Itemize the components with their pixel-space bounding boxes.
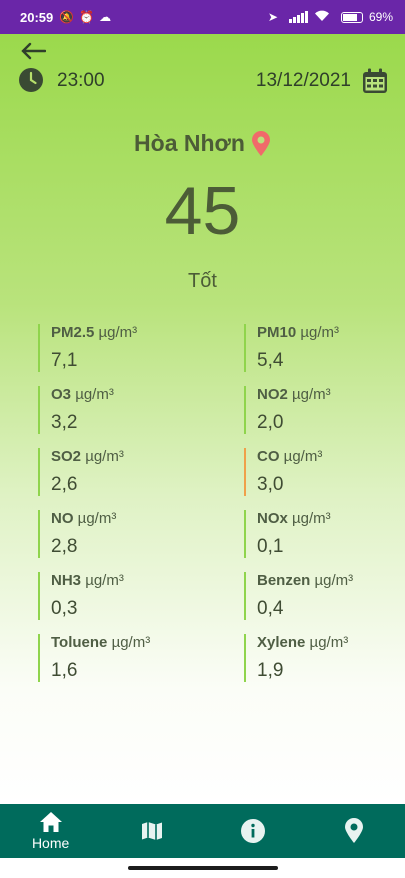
metric-unit: µg/m³ xyxy=(292,510,331,527)
metric-value: 3,2 xyxy=(51,412,78,433)
metric-value: 1,6 xyxy=(51,660,78,681)
reading-date: 13/12/2021 xyxy=(255,70,351,91)
metric-nh3: NH3 µg/m³ 0,3 xyxy=(38,572,244,620)
metric-value: 0,1 xyxy=(257,536,284,557)
calendar-icon[interactable] xyxy=(361,67,389,95)
metric-no: NO µg/m³ 2,8 xyxy=(38,510,244,558)
back-button[interactable] xyxy=(18,39,48,63)
metric-unit: µg/m³ xyxy=(77,510,117,527)
mute-icon: 🔕 xyxy=(59,10,75,24)
metric-unit: µg/m³ xyxy=(85,448,124,465)
nav-home[interactable]: Home xyxy=(0,804,101,858)
cloud-icon: ☁ xyxy=(99,10,112,24)
metric-value: 5,4 xyxy=(257,350,284,371)
metric-pm10: PM10 µg/m³ 5,4 xyxy=(244,324,378,372)
clock-icon xyxy=(19,68,43,92)
location-name: Hòa Nhơn xyxy=(134,130,245,156)
metric-toluene: Toluene µg/m³ 1,6 xyxy=(38,634,244,682)
metric-co: CO µg/m³ 3,0 xyxy=(244,448,378,496)
location-arrow-icon: ➤ xyxy=(267,10,278,24)
metric-unit: µg/m³ xyxy=(309,634,349,651)
aqi-value: 45 xyxy=(164,173,241,249)
main-content: 23:00 13/12/2021 Hòa Nhơn 45 Tốt PM2.5 µ… xyxy=(0,34,405,804)
location-header: Hòa Nhơn xyxy=(0,130,405,157)
battery-level: 69% xyxy=(368,10,393,24)
metric-unit: µg/m³ xyxy=(111,634,151,651)
nav-home-label: Home xyxy=(31,835,70,851)
gesture-handle[interactable] xyxy=(128,866,278,870)
metric-no2: NO2 µg/m³ 2,0 xyxy=(244,386,378,434)
metric-name: PM10 xyxy=(257,324,297,341)
metric-name: NO2 xyxy=(257,386,288,403)
home-icon xyxy=(39,812,62,832)
metric-name: Xylene xyxy=(257,634,306,651)
metric-benzen: Benzen µg/m³ 0,4 xyxy=(244,572,378,620)
metric-xylene: Xylene µg/m³ 1,9 xyxy=(244,634,378,682)
metric-unit: µg/m³ xyxy=(292,386,331,403)
metric-name: Toluene xyxy=(51,634,108,651)
gesture-area xyxy=(0,858,405,878)
aqi-status: Tốt xyxy=(188,270,217,292)
metric-name: SO2 xyxy=(51,448,82,465)
wifi-icon xyxy=(314,10,330,25)
metric-unit: µg/m³ xyxy=(75,386,114,403)
metric-pm25: PM2.5 µg/m³ 7,1 xyxy=(38,324,244,372)
alarm-icon: ⏰ xyxy=(79,10,95,24)
metric-value: 2,8 xyxy=(51,536,78,557)
metric-unit: µg/m³ xyxy=(85,572,124,589)
metric-name: Benzen xyxy=(257,572,311,589)
signal-icon xyxy=(288,11,308,23)
metric-value: 1,9 xyxy=(257,660,284,681)
metric-name: NOx xyxy=(257,510,288,527)
nav-map[interactable] xyxy=(101,804,202,858)
nav-info[interactable] xyxy=(203,804,304,858)
metric-so2: SO2 µg/m³ 2,6 xyxy=(38,448,244,496)
info-icon xyxy=(241,819,266,843)
metric-value: 2,0 xyxy=(257,412,284,433)
metric-unit: µg/m³ xyxy=(314,572,354,589)
back-arrow-icon xyxy=(21,42,46,60)
location-pin-icon[interactable] xyxy=(251,130,271,157)
metric-nox: NOx µg/m³ 0,1 xyxy=(244,510,378,558)
reading-time: 23:00 xyxy=(57,70,105,91)
metric-name: CO xyxy=(257,448,280,465)
status-bar: 20:59 🔕 ⏰ ☁ ➤ 69% xyxy=(0,0,405,34)
metric-value: 7,1 xyxy=(51,350,78,371)
metric-o3: O3 µg/m³ 3,2 xyxy=(38,386,244,434)
metric-unit: µg/m³ xyxy=(98,324,138,341)
metric-value: 0,3 xyxy=(51,598,78,619)
metric-name: NO xyxy=(51,510,74,527)
map-icon xyxy=(141,822,162,840)
metric-name: NH3 xyxy=(51,572,82,589)
metrics-grid: PM2.5 µg/m³ 7,1 PM10 µg/m³ 5,4 O3 µg/m³ … xyxy=(38,324,378,682)
bottom-navigation: Home xyxy=(0,804,405,858)
nav-location[interactable] xyxy=(304,804,405,858)
metric-name: PM2.5 xyxy=(51,324,95,341)
status-time: 20:59 xyxy=(20,9,54,25)
metric-value: 0,4 xyxy=(257,598,284,619)
metric-value: 2,6 xyxy=(51,474,78,495)
metric-unit: µg/m³ xyxy=(300,324,340,341)
metric-value: 3,0 xyxy=(257,474,284,495)
battery-icon xyxy=(340,11,363,23)
metric-name: O3 xyxy=(51,386,72,403)
location-pin-icon xyxy=(345,818,364,843)
metric-unit: µg/m³ xyxy=(283,448,323,465)
